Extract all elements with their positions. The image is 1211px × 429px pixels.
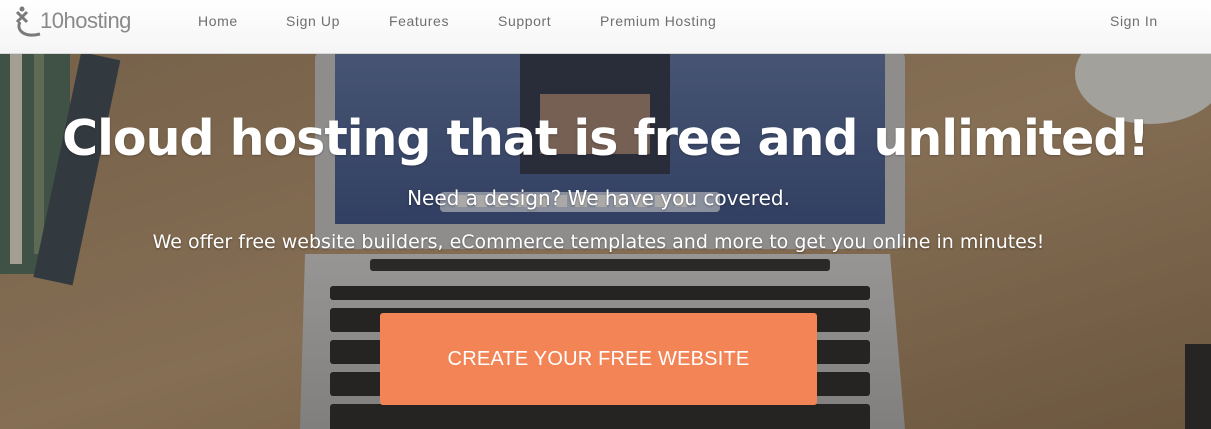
nav-support-link[interactable]: Support	[498, 13, 551, 29]
site-logo[interactable]: 10hosting	[14, 4, 144, 42]
hero-description: We offer free website builders, eCommerc…	[152, 231, 1045, 253]
hero-title: Cloud hosting that is free and unlimited…	[62, 110, 1150, 167]
nav-features-link[interactable]: Features	[389, 13, 449, 29]
top-navbar: 10hosting Home Sign Up Features Support …	[0, 0, 1211, 54]
logo-wordmark: 10hosting	[40, 8, 131, 33]
create-free-website-button[interactable]: CREATE YOUR FREE WEBSITE	[380, 313, 817, 405]
nav-premium-hosting-link[interactable]: Premium Hosting	[600, 13, 716, 29]
nav-signup-link[interactable]: Sign Up	[286, 13, 340, 29]
nav-home-link[interactable]: Home	[198, 13, 238, 29]
nav-signin-link[interactable]: Sign In	[1110, 13, 1158, 29]
hero-subtitle: Need a design? We have you covered.	[407, 186, 790, 210]
hero-section: Cloud hosting that is free and unlimited…	[0, 54, 1211, 429]
